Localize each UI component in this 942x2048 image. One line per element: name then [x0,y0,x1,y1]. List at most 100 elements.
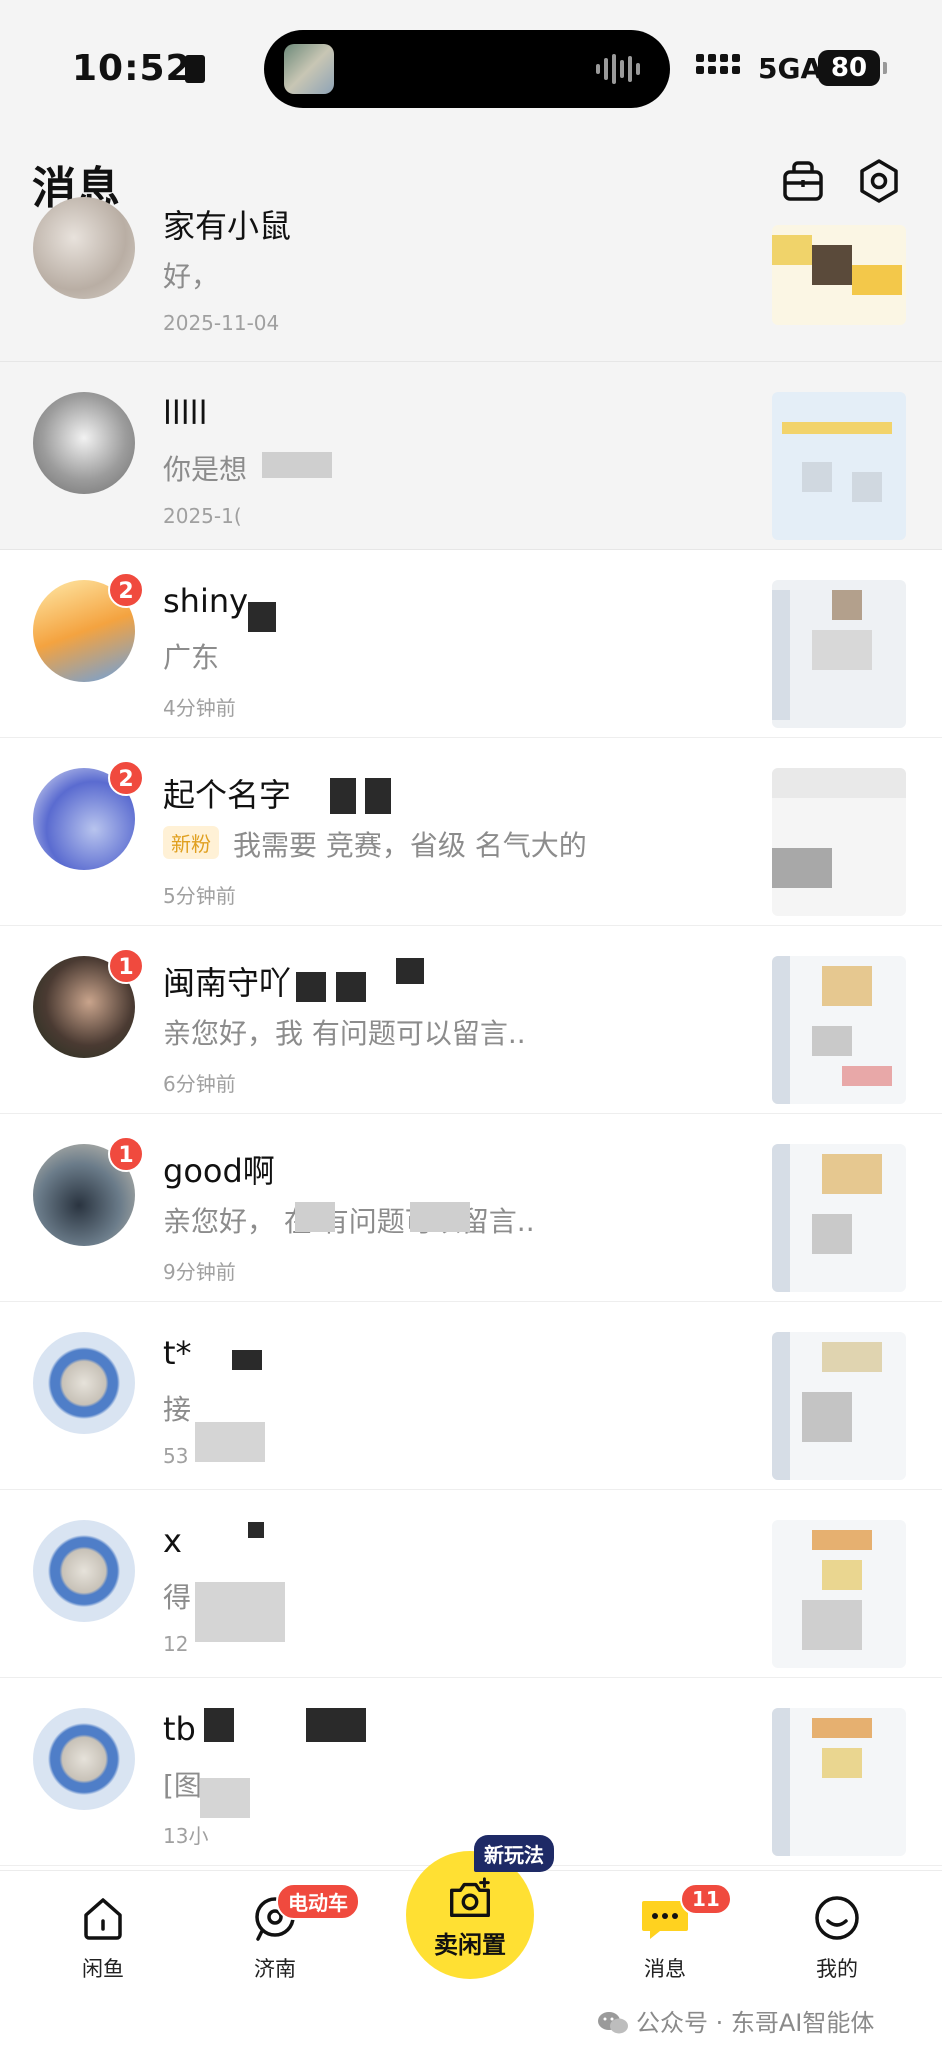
watermark: 公众号 · 东哥AI智能体 [596,2003,874,2038]
conversation-preview-text: 我需要 竞赛，省级 名气大的 [233,829,587,862]
status-time: 10:52 [72,48,192,89]
item-thumbnail [772,392,906,540]
status-bar: 10:52 5GA 80 [0,0,942,140]
item-thumbnail [772,1520,906,1668]
conversation-name: t* [163,1334,192,1372]
tab-home-label: 闲鱼 [82,1957,124,1981]
conversation-name: 家有小鼠 [163,207,292,245]
sell-button-label: 卖闲置 [434,1931,506,1959]
conversation-name: x [163,1522,182,1560]
redaction [262,452,332,478]
conversation-time: 53 [163,1444,189,1468]
home-icon [84,1898,122,1940]
redaction [365,778,391,814]
conversation-row[interactable]: tb k [图 13小 [0,1678,942,1866]
now-playing-thumbnail [284,44,334,94]
signal-icon [696,54,740,74]
audio-wave-icon [596,52,642,86]
conversation-preview: 得 [163,1581,192,1614]
tab-messages-label: 消息 [644,1957,686,1981]
conversation-time: 2025-11-04 [163,311,280,335]
conversation-time: 4分钟前 [163,696,236,720]
conversation-preview: [图 [163,1769,202,1802]
conversation-preview: 广东 [163,641,220,674]
conversation-name: lllll [163,394,208,432]
item-thumbnail [772,1144,906,1292]
bottom-tab-bar: 闲鱼 济南 电动车 卖闲置 新玩法 消息 11 我的 公众号 · 东哥AI智能体 [0,1835,942,2048]
item-thumbnail [772,1332,906,1480]
tab-city-label: 济南 [254,1957,296,1981]
redaction [195,1422,265,1462]
conversation-time: 2025-1( [163,504,242,528]
redaction [336,972,366,1002]
tab-home[interactable]: 闲鱼 [48,1891,158,1983]
redaction [204,1708,234,1742]
redaction [410,1202,470,1232]
tab-me-label: 我的 [816,1957,858,1981]
item-thumbnail [772,1708,906,1856]
watermark-text: 公众号 · 东哥AI智能体 [636,2009,875,2037]
redaction [232,1350,262,1370]
redaction [200,1778,250,1818]
redaction [195,1582,285,1642]
conversation-row[interactable]: 家有小鼠 好， 2025-11-04 [0,197,942,362]
conversation-name: shiny [163,582,249,620]
conversation-row[interactable]: t* 接 53 [0,1302,942,1490]
unread-badge: 1 [108,1136,144,1172]
conversation-time: 5分钟前 [163,884,236,908]
conversation-row[interactable]: 1 闽南守吖 亲您好，我 有问题可以留言.. 6分钟前 [0,926,942,1114]
dynamic-island[interactable] [264,30,670,108]
book-icon [185,55,205,83]
conversation-preview: 好， [163,260,220,293]
smile-icon [815,1896,859,1940]
conversation-row[interactable]: 2 shiny 广东 4分钟前 [0,550,942,738]
avatar [33,197,135,299]
battery-indicator: 80 [818,50,887,86]
item-thumbnail [772,580,906,728]
settings-icon[interactable] [856,158,902,204]
conversation-name: 闽南守吖 [163,964,292,1002]
conversation-time: 6分钟前 [163,1072,236,1096]
redaction [248,602,276,632]
redaction [295,1202,335,1232]
network-type: 5GA [758,52,823,85]
conversation-preview: 接 [163,1393,192,1426]
wechat-icon [598,2012,628,2034]
redaction [296,972,326,1002]
avatar [33,1332,135,1434]
conversation-name: good啊 [163,1152,275,1190]
item-thumbnail [772,225,906,325]
tab-me[interactable]: 我的 [782,1891,892,1983]
conversation-preview: 新粉 我需要 竞赛，省级 名气大的 [163,824,587,864]
conversation-row[interactable]: 2 起个名字 新粉 我需要 竞赛，省级 名气大的 5分钟前 [0,738,942,926]
unread-badge: 2 [108,760,144,796]
new-fan-tag: 新粉 [163,826,219,859]
conversation-preview: 亲您好， 在 有问题可以留言.. [163,1205,535,1238]
conversation-list: 家有小鼠 好， 2025-11-04 lllll 你是想 2025-1( 2 s… [0,197,942,1866]
redaction [330,778,356,814]
avatar [33,1520,135,1622]
redaction [248,1522,264,1538]
redaction [306,1708,366,1742]
conversation-preview: 你是想 [163,453,248,486]
redaction [396,958,424,984]
conversation-time: 12 [163,1632,189,1656]
page-header: 消息 [0,140,942,225]
conversation-row[interactable]: 1 good啊 亲您好， 在 有问题可以留言.. 9分钟前 [0,1114,942,1302]
conversation-name: 起个名字 [163,776,292,814]
conversation-row[interactable]: lllll 你是想 2025-1( [0,362,942,550]
city-promo-badge: 电动车 [276,1883,360,1920]
unread-badge: 1 [108,948,144,984]
conversation-preview: 亲您好，我 有问题可以留言.. [163,1017,526,1050]
camera-icon [450,1877,490,1918]
bag-icon[interactable] [780,158,826,204]
item-thumbnail [772,768,906,916]
new-feature-tag: 新玩法 [474,1835,554,1872]
conversation-time: 9分钟前 [163,1260,236,1284]
unread-badge: 2 [108,572,144,608]
messages-unread-badge: 11 [680,1883,732,1915]
conversation-time: 13小 [163,1824,209,1848]
item-thumbnail [772,956,906,1104]
conversation-row[interactable]: x 得 12 [0,1490,942,1678]
avatar [33,392,135,494]
